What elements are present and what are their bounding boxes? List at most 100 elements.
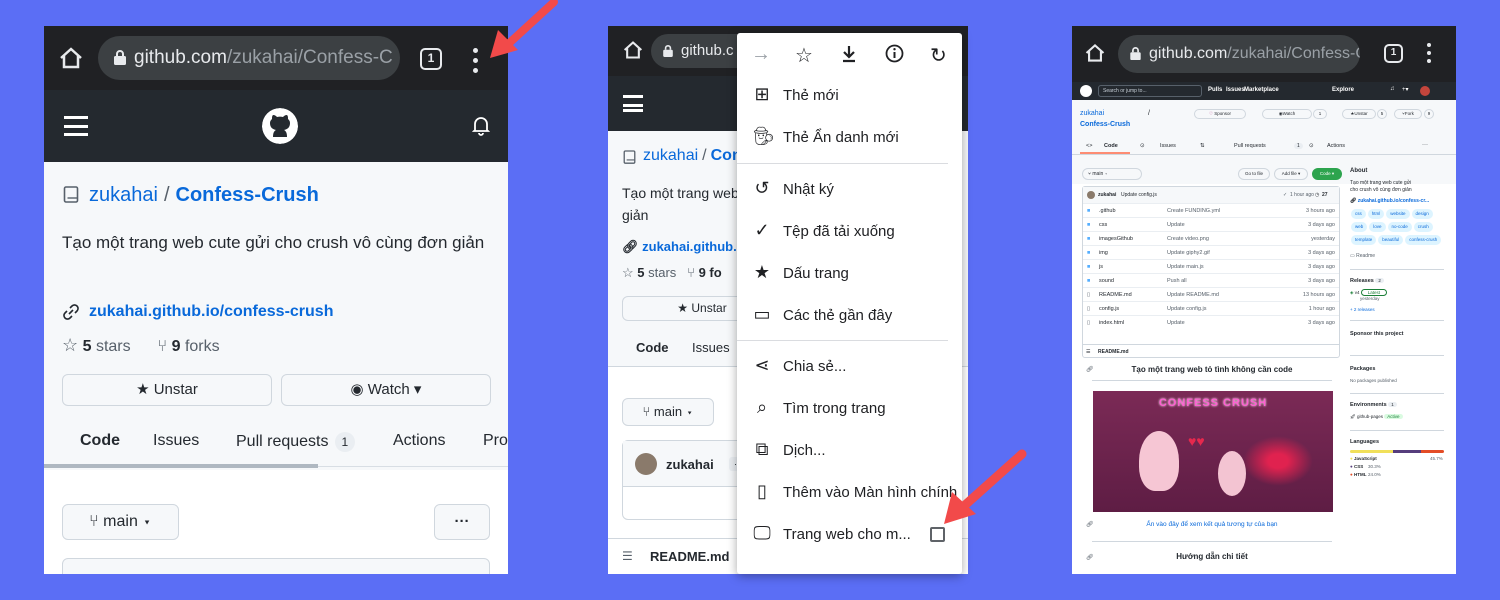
file-commit-message[interactable]: Update main.js [1167,264,1204,270]
nav-explore[interactable]: Explore [1332,87,1354,93]
file-name[interactable]: imagesGithub [1099,236,1133,242]
tabs-scrollbar[interactable] [44,464,318,468]
file-name[interactable]: img [1099,250,1108,256]
watch-button[interactable]: ◉Watch [1262,109,1312,119]
releases-title[interactable]: Releases 2 [1350,278,1444,284]
avatar[interactable] [1087,191,1095,199]
tab-code[interactable]: Code [1104,143,1118,149]
environments-title[interactable]: Environments 1 [1350,402,1444,408]
table-row[interactable]: ■ sound Push all 3 days ago [1083,273,1339,287]
stars-count[interactable]: 5 [83,338,92,355]
menu-item-bookmarks[interactable]: ★ Dấu trang [737,253,962,295]
watch-count[interactable]: 1 [1313,109,1327,119]
repo-name-link[interactable]: Confess-Crush [1080,121,1130,128]
topic-tag[interactable]: website [1386,209,1410,219]
forks-count[interactable]: 9 [172,338,181,355]
search-input[interactable]: Search or jump to... [1098,85,1202,97]
menu-item-translate[interactable]: ⧉ Dịch... [737,430,962,472]
topic-tag[interactable]: web [1351,222,1368,232]
branch-select[interactable]: ⑂ main ▾ [622,398,714,426]
language-item[interactable]: ● CSS 30.3% [1350,464,1444,472]
tab-code[interactable]: Code [80,432,120,450]
file-name[interactable]: css [1099,222,1107,228]
hamburger-menu-icon[interactable] [623,95,643,112]
table-row[interactable]: ■ imagesGithub Create video.png yesterday [1083,231,1339,245]
star-icon[interactable]: ☆ [795,43,813,68]
menu-item-history[interactable]: ↺ Nhật ký [737,169,962,211]
tab-code[interactable]: Code [636,340,669,355]
url-bar[interactable]: github.com/zukahai/Confess-C [1118,35,1360,73]
menu-item-recent-tabs[interactable]: ▭ Các thẻ gần đây [737,295,962,337]
info-icon[interactable] [885,44,904,63]
branch-select[interactable]: ⑂ main ▾ [1082,168,1142,180]
reload-icon[interactable]: ↻ [930,43,947,68]
environment-entry[interactable]: 🚀︎ github-pages Active [1350,414,1444,420]
github-logo-icon[interactable] [1080,85,1092,97]
plus-icon[interactable]: +▾ [1402,86,1409,93]
topic-tag[interactable]: no-code [1387,222,1412,232]
file-commit-message[interactable]: Create video.png [1167,236,1209,242]
table-row[interactable]: ■ js Update main.js 3 days ago [1083,259,1339,273]
table-row[interactable]: ▯ index.html Update 3 days ago [1083,315,1339,329]
branch-select[interactable]: ⑂ main ▾ [62,504,179,540]
table-row[interactable]: ■ .github Create FUNDING.yml 3 hours ago [1083,203,1339,217]
tab-actions[interactable]: Actions [393,432,445,450]
add-file-button[interactable]: Add file ▾ [1274,168,1308,180]
language-item[interactable]: ● JavaScript 45.7% [1350,456,1444,464]
nav-pulls[interactable]: Pulls [1208,87,1222,93]
repo-owner-link[interactable]: zukahai [1080,110,1104,117]
more-button[interactable]: ··· [434,504,490,540]
avatar[interactable] [635,453,657,475]
tab-projects[interactable]: Pro [483,432,508,450]
home-icon[interactable] [58,46,84,70]
star-count[interactable]: 5 [1377,109,1387,119]
nav-marketplace[interactable]: Marketplace [1244,87,1279,93]
menu-item-new-incognito-tab[interactable]: 🕵︎ Thẻ Ẩn danh mới [737,117,962,159]
tab-issues[interactable]: Issues [1160,143,1176,149]
tab-switcher-button[interactable]: 1 [1384,44,1403,63]
menu-item-new-tab[interactable]: ⊞ Thẻ mới [737,75,962,117]
commit-message[interactable]: Update config.js [1121,192,1157,198]
unstar-button[interactable]: ★ Unstar [62,374,272,406]
forward-icon[interactable]: → [751,43,771,66]
file-commit-message[interactable]: Create FUNDING.yml [1167,208,1220,214]
packages-title[interactable]: Packages [1350,366,1444,372]
url-bar[interactable]: github.com/zukahai/Confess-C [98,36,400,80]
menu-item-share[interactable]: ⋖ Chia sẻ... [737,346,962,388]
file-commit-message[interactable]: Update [1167,222,1185,228]
tab-pull-requests[interactable]: Pull requests 1 [236,432,356,452]
topic-tag[interactable]: css [1351,209,1366,219]
file-name[interactable]: js [1099,264,1103,270]
file-name[interactable]: README.md [1099,292,1132,298]
table-row[interactable]: ■ css Update 3 days ago [1083,217,1339,231]
forks-label[interactable]: forks [185,338,220,355]
demo-link[interactable]: Ấn vào đây để xem kết quả tương tự của b… [1092,521,1332,528]
menu-item-add-to-home-screen[interactable]: ▯ Thêm vào Màn hình chính [737,472,962,514]
readme-title[interactable]: README.md [650,549,729,564]
menu-item-desktop-site[interactable]: 🖵︎ Trang web cho m... [737,514,962,556]
repo-owner-link[interactable]: zukahai [89,184,158,206]
tab-issues[interactable]: Issues [153,432,199,450]
readme-sidebar-link[interactable]: ▭ Readme [1350,253,1444,259]
table-row[interactable]: ▯ README.md Update README.md 13 hours ago [1083,287,1339,301]
stars-label[interactable]: stars [648,265,676,280]
file-name[interactable]: index.html [1099,320,1124,326]
fork-count[interactable]: 9 [1424,109,1434,119]
file-commit-message[interactable]: Update README.md [1167,292,1219,298]
hamburger-menu-icon[interactable] [64,116,88,136]
menu-item-downloads[interactable]: ✓ Tệp đã tải xuống [737,211,962,253]
sponsor-button[interactable]: ♡ Sponsor [1194,109,1246,119]
more-options-icon[interactable] [473,48,479,74]
watch-button[interactable]: ◉ Watch ▾ [281,374,491,406]
table-row[interactable]: ■ img Update giphy2.gif 3 days ago [1083,245,1339,259]
nav-issues[interactable]: Issues [1226,87,1245,93]
fork-button[interactable]: ⑂Fork [1394,109,1422,119]
table-row[interactable]: ▯ config.js Update config.js 1 hour ago [1083,301,1339,315]
file-commit-message[interactable]: Update [1167,320,1185,326]
topic-tag[interactable]: template [1351,235,1377,245]
file-commit-message[interactable]: Update giphy2.gif [1167,250,1210,256]
stars-label[interactable]: stars [96,338,131,355]
topic-tag[interactable]: beautiful [1378,235,1404,245]
unstar-button[interactable]: ★Unstar [1342,109,1376,119]
file-commit-message[interactable]: Push all [1167,278,1187,284]
